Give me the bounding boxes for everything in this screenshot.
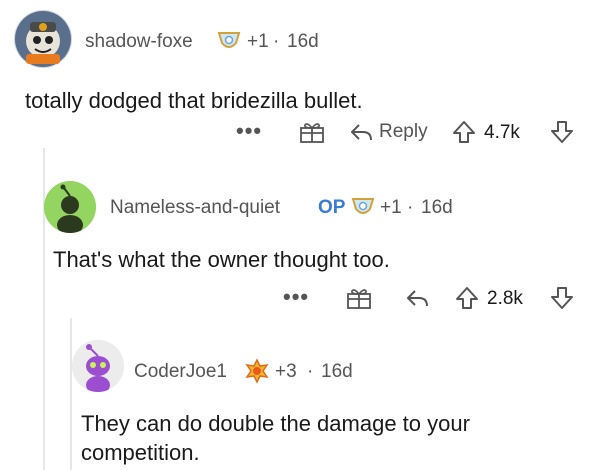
username[interactable]: Nameless-and-quiet — [110, 197, 280, 219]
upvote-icon[interactable] — [455, 286, 479, 310]
reply-icon — [351, 124, 372, 141]
gift-icon[interactable] — [346, 286, 372, 310]
reply-button[interactable]: Reply — [349, 121, 428, 143]
reply-icon[interactable] — [405, 288, 429, 308]
vote-score: 2.8k — [487, 288, 523, 309]
comment-body: They can do double the damage to your co… — [81, 411, 470, 465]
thread-line-2[interactable] — [70, 318, 72, 470]
avatar[interactable] — [44, 181, 96, 233]
award-count: +1 — [247, 31, 269, 52]
reply-label: Reply — [379, 121, 428, 142]
award-icon — [244, 358, 270, 384]
award-icon — [350, 195, 376, 219]
downvote-icon[interactable] — [550, 286, 574, 310]
gift-icon[interactable] — [299, 120, 325, 144]
more-options-button[interactable]: ••• — [236, 118, 262, 144]
downvote-icon[interactable] — [550, 120, 574, 144]
award-count: +1 — [380, 197, 402, 218]
separator: · — [407, 197, 414, 218]
avatar[interactable] — [14, 10, 72, 68]
award-count: +3 — [275, 361, 297, 382]
comment-age: 16d — [321, 361, 353, 382]
thread-line-1[interactable] — [43, 148, 45, 470]
upvote-icon[interactable] — [452, 120, 476, 144]
avatar[interactable] — [72, 340, 124, 392]
comment-body: That's what the owner thought too. — [53, 247, 390, 272]
vote-score: 4.7k — [484, 122, 520, 143]
comment-body: totally dodged that bridezilla bullet. — [25, 88, 363, 113]
op-badge: OP — [318, 197, 346, 218]
username[interactable]: shadow-foxe — [85, 31, 193, 53]
more-options-button[interactable]: ••• — [283, 284, 309, 310]
comment-age: 16d — [421, 197, 453, 218]
comment-age: 16d — [287, 31, 319, 52]
award-icon — [216, 29, 242, 53]
separator: · — [273, 31, 280, 52]
separator: · — [307, 361, 314, 382]
username[interactable]: CoderJoe1 — [134, 361, 227, 383]
